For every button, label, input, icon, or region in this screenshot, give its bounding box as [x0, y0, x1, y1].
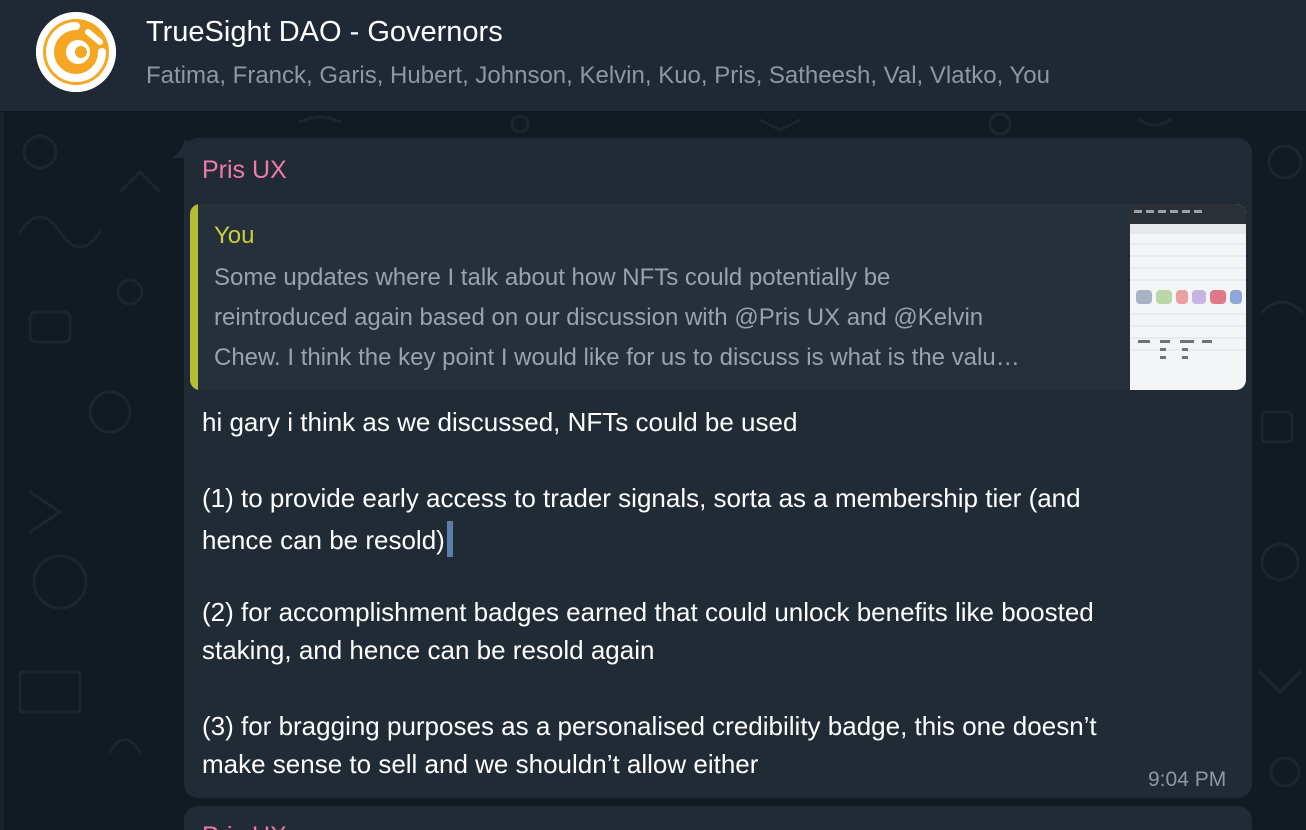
- reply-author: You: [214, 222, 255, 249]
- message-text-line: hence can be resold): [202, 521, 453, 557]
- message-timestamp: 9:04 PM: [1148, 768, 1227, 791]
- next-message-bubble[interactable]: Pris UX: [184, 806, 1252, 830]
- reply-text-line: Some updates where I talk about how NFTs…: [214, 264, 891, 291]
- chat-list-edge: [0, 112, 4, 830]
- chat-members[interactable]: Fatima, Franck, Garis, Hubert, Johnson, …: [146, 62, 1050, 90]
- reply-text-line: Chew. I think the key point I would like…: [214, 344, 1020, 371]
- message-text-line: (2) for accomplishment badges earned tha…: [202, 597, 1094, 627]
- reply-text-line: reintroduced again based on our discussi…: [214, 304, 984, 331]
- reply-thumbnail[interactable]: [1130, 204, 1246, 390]
- message-text-line: hi gary i think as we discussed, NFTs co…: [202, 407, 798, 437]
- spreadsheet-thumbnail-icon: [1130, 204, 1246, 359]
- message-text-line: make sense to sell and we shouldn’t allo…: [202, 749, 759, 779]
- reply-preview[interactable]: You Some updates where I talk about how …: [190, 204, 1246, 390]
- message-sender[interactable]: Pris UX: [202, 156, 287, 185]
- text-selection-cursor: [446, 521, 453, 557]
- truesight-logo-icon: [36, 12, 116, 92]
- message-text-line: staking, and hence can be resold again: [202, 635, 655, 665]
- chat-title[interactable]: TrueSight DAO - Governors: [146, 16, 503, 49]
- message-text-line: (3) for bragging purposes as a personali…: [202, 711, 1097, 741]
- message-text-line: (1) to provide early access to trader si…: [202, 483, 1081, 513]
- next-message-sender[interactable]: Pris UX: [202, 822, 287, 830]
- chat-header[interactable]: TrueSight DAO - Governors Fatima, Franck…: [0, 0, 1306, 112]
- reply-bar: [190, 204, 198, 390]
- group-avatar[interactable]: [36, 12, 116, 92]
- message-text: hence can be resold): [202, 525, 445, 555]
